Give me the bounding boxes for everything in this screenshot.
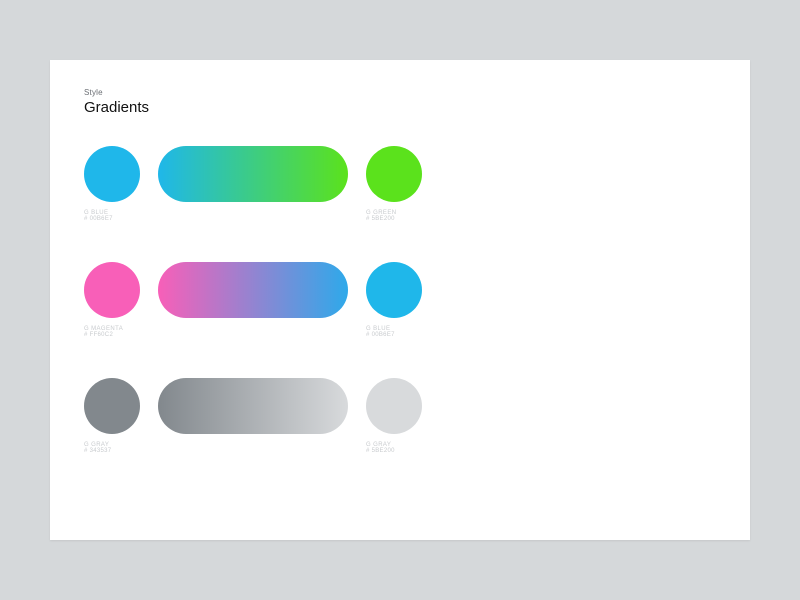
swatch-label: G GRAY # 5BE200	[366, 442, 422, 454]
color-circle	[366, 146, 422, 202]
color-circle	[366, 262, 422, 318]
swatch-right: G GREEN # 5BE200	[366, 146, 422, 222]
gradient-row: G BLUE # 00B6E7 G GREEN # 5BE200	[84, 146, 716, 222]
swatch-label: G BLUE # 00B6E7	[84, 210, 140, 222]
color-circle	[366, 378, 422, 434]
color-hex: # 343537	[84, 448, 140, 454]
color-hex: # 5BE200	[366, 448, 422, 454]
swatch-left: G MAGENTA # FF60C2	[84, 262, 140, 338]
swatch-label: G GRAY # 343537	[84, 442, 140, 454]
swatch-left: G GRAY # 343537	[84, 378, 140, 454]
color-hex: # 00B6E7	[366, 332, 422, 338]
style-guide-canvas: Style Gradients G BLUE # 00B6E7 G GREEN …	[50, 60, 750, 540]
gradient-row: G GRAY # 343537 G GRAY # 5BE200	[84, 378, 716, 454]
color-hex: # FF60C2	[84, 332, 140, 338]
swatch-label: G GREEN # 5BE200	[366, 210, 422, 222]
section-eyebrow: Style	[84, 88, 716, 97]
gradient-pill	[158, 262, 348, 318]
color-circle	[84, 262, 140, 318]
gradient-row: G MAGENTA # FF60C2 G BLUE # 00B6E7	[84, 262, 716, 338]
color-circle	[84, 146, 140, 202]
gradient-rows: G BLUE # 00B6E7 G GREEN # 5BE200 G MAGEN…	[84, 146, 716, 454]
swatch-label: G MAGENTA # FF60C2	[84, 326, 140, 338]
swatch-left: G BLUE # 00B6E7	[84, 146, 140, 222]
swatch-right: G GRAY # 5BE200	[366, 378, 422, 454]
gradient-pill	[158, 378, 348, 434]
color-circle	[84, 378, 140, 434]
swatch-label: G BLUE # 00B6E7	[366, 326, 422, 338]
color-hex: # 5BE200	[366, 216, 422, 222]
gradient-pill	[158, 146, 348, 202]
color-hex: # 00B6E7	[84, 216, 140, 222]
section-title: Gradients	[84, 99, 716, 116]
swatch-right: G BLUE # 00B6E7	[366, 262, 422, 338]
